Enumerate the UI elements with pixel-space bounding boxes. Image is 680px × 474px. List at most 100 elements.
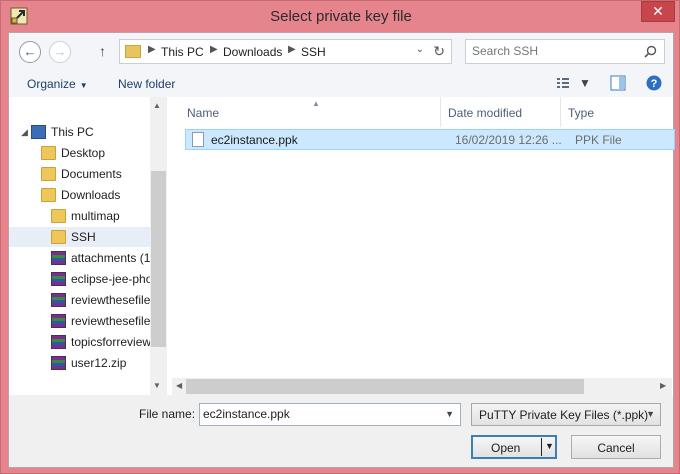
navigation-bar: ← → ↑ ▶ This PC ▶ Downloads ▶ SSH ⌄ ↻ Se… bbox=[9, 33, 673, 97]
tree-item-topicsforreview[interactable]: topicsforreview bbox=[9, 332, 151, 352]
view-caret-icon[interactable]: ▼ bbox=[579, 76, 591, 90]
file-list-scroll-thumb[interactable] bbox=[186, 379, 584, 394]
file-date-modified: 16/02/2019 12:26 ... bbox=[455, 133, 562, 147]
breadcrumb-this-pc[interactable]: This PC bbox=[161, 45, 204, 59]
file-list-scrollbar[interactable]: ◀ ▶ bbox=[172, 378, 672, 395]
tree-item-reviewthesefile-2[interactable]: reviewthesefile bbox=[9, 311, 151, 331]
tree-scrollbar[interactable]: ▲ ▼ bbox=[150, 97, 167, 395]
tree-item-label: eclipse-jee-pho bbox=[71, 272, 153, 286]
column-header-date-modified[interactable]: Date modified bbox=[448, 106, 522, 120]
tree-item-documents[interactable]: Documents bbox=[9, 164, 151, 184]
file-name: ec2instance.ppk bbox=[211, 133, 298, 147]
forward-button[interactable]: → bbox=[49, 41, 71, 63]
open-label: Open bbox=[491, 441, 521, 455]
dialog-footer: File name: ▼ PuTTY Private Key Files (*.… bbox=[9, 395, 673, 467]
file-name-combobox[interactable]: ▼ bbox=[199, 403, 461, 426]
column-divider[interactable] bbox=[560, 97, 561, 127]
collapse-icon[interactable]: ◢ bbox=[21, 127, 28, 138]
scroll-down-icon[interactable]: ▼ bbox=[153, 381, 161, 390]
file-icon bbox=[192, 132, 204, 147]
tree-item-eclipse[interactable]: eclipse-jee-pho bbox=[9, 269, 153, 289]
tree-item-label: Downloads bbox=[61, 188, 121, 202]
chevron-down-icon[interactable]: ⌄ bbox=[416, 44, 424, 55]
back-button[interactable]: ← bbox=[19, 41, 41, 63]
search-icon[interactable] bbox=[644, 45, 657, 58]
caret-down-icon: ▼ bbox=[79, 81, 88, 90]
tree-item-this-pc[interactable]: ◢ This PC bbox=[9, 122, 151, 142]
svg-text:?: ? bbox=[651, 78, 658, 90]
arrow-left-icon: ← bbox=[23, 44, 37, 59]
folder-icon bbox=[51, 230, 66, 244]
open-options-caret-icon[interactable]: ▼ bbox=[545, 441, 554, 451]
help-icon[interactable]: ? bbox=[645, 74, 663, 92]
zip-icon bbox=[51, 314, 66, 328]
open-button[interactable]: Open ▼ bbox=[471, 435, 557, 459]
close-button[interactable]: ✕ bbox=[641, 1, 675, 22]
organize-label: Organize bbox=[27, 77, 76, 91]
folder-icon bbox=[41, 146, 56, 160]
address-bar[interactable]: ▶ This PC ▶ Downloads ▶ SSH ⌄ ↻ bbox=[119, 39, 452, 64]
tree-item-label: reviewthesefile bbox=[71, 314, 151, 328]
tree-item-label: user12.zip bbox=[71, 356, 127, 370]
new-folder-button[interactable]: New folder bbox=[118, 77, 175, 91]
split-divider bbox=[541, 438, 542, 456]
view-options-icon[interactable] bbox=[555, 74, 573, 92]
tree-item-multimap[interactable]: multimap bbox=[9, 206, 151, 226]
dialog-body: ← → ↑ ▶ This PC ▶ Downloads ▶ SSH ⌄ ↻ Se… bbox=[8, 32, 675, 468]
tree-item-user12[interactable]: user12.zip bbox=[9, 353, 151, 373]
tree-item-label: Desktop bbox=[61, 146, 106, 160]
folder-icon bbox=[51, 209, 66, 223]
file-row[interactable]: ec2instance.ppk 16/02/2019 12:26 ... PPK… bbox=[185, 129, 675, 150]
scroll-left-icon[interactable]: ◀ bbox=[176, 381, 182, 390]
arrow-up-icon: ↑ bbox=[99, 43, 106, 59]
chevron-down-icon[interactable]: ▼ bbox=[445, 409, 454, 419]
tree-item-label: This PC bbox=[51, 125, 94, 139]
file-type-value: PuTTY Private Key Files (*.ppk) bbox=[479, 408, 649, 422]
file-list[interactable]: ▲ Name Date modified Type ec2instance.pp… bbox=[169, 97, 675, 395]
cancel-label: Cancel bbox=[597, 441, 635, 455]
tree-scroll-thumb[interactable] bbox=[151, 171, 166, 347]
tree-item-label: reviewthesefile bbox=[71, 293, 151, 307]
breadcrumb-separator-icon: ▶ bbox=[288, 44, 296, 55]
scroll-right-icon[interactable]: ▶ bbox=[660, 381, 666, 390]
breadcrumb-separator-icon: ▶ bbox=[210, 44, 218, 55]
chevron-down-icon: ▼ bbox=[646, 409, 655, 419]
tree-item-label: multimap bbox=[71, 209, 120, 223]
column-header-type[interactable]: Type bbox=[568, 106, 594, 120]
cancel-button[interactable]: Cancel bbox=[571, 435, 661, 459]
zip-icon bbox=[51, 272, 66, 286]
organize-menu[interactable]: Organize ▼ bbox=[27, 77, 88, 91]
folder-icon bbox=[125, 45, 141, 58]
search-box[interactable] bbox=[465, 39, 665, 64]
scroll-up-icon[interactable]: ▲ bbox=[153, 101, 161, 110]
dialog-window: Select private key file ✕ ← → ↑ ▶ This P… bbox=[0, 0, 680, 474]
file-type: PPK File bbox=[575, 133, 622, 147]
tree-item-desktop[interactable]: Desktop bbox=[9, 143, 151, 163]
tree-item-reviewthesefile-1[interactable]: reviewthesefile bbox=[9, 290, 151, 310]
tree-item-label: SSH bbox=[71, 230, 96, 244]
arrow-right-icon: → bbox=[53, 44, 67, 59]
up-button[interactable]: ↑ bbox=[99, 43, 106, 59]
tree-item-attachments[interactable]: attachments (1 bbox=[9, 248, 151, 268]
preview-pane-icon[interactable] bbox=[609, 74, 627, 92]
breadcrumb-separator-icon: ▶ bbox=[148, 44, 156, 55]
tree-item-label: Documents bbox=[61, 167, 122, 181]
computer-icon bbox=[31, 125, 46, 139]
tree-item-downloads[interactable]: Downloads bbox=[9, 185, 151, 205]
navigation-pane[interactable]: ◢ This PC Desktop Documents Downloads mu… bbox=[9, 97, 161, 395]
file-type-select[interactable]: PuTTY Private Key Files (*.ppk) ▼ bbox=[471, 403, 661, 426]
column-header-name[interactable]: Name bbox=[187, 106, 219, 120]
breadcrumb-downloads[interactable]: Downloads bbox=[223, 45, 282, 59]
file-name-input[interactable] bbox=[203, 407, 433, 421]
command-bar: Organize ▼ New folder ▼ ? bbox=[9, 71, 673, 97]
close-icon: ✕ bbox=[652, 3, 664, 19]
search-input[interactable] bbox=[472, 44, 632, 58]
breadcrumb-ssh[interactable]: SSH bbox=[301, 45, 326, 59]
file-name-label: File name: bbox=[139, 407, 196, 421]
folder-icon bbox=[41, 167, 56, 181]
title-bar[interactable]: Select private key file ✕ bbox=[1, 1, 680, 33]
refresh-icon[interactable]: ↻ bbox=[433, 43, 445, 60]
column-divider[interactable] bbox=[440, 97, 441, 127]
zip-icon bbox=[51, 356, 66, 370]
tree-item-ssh[interactable]: SSH bbox=[9, 227, 151, 247]
